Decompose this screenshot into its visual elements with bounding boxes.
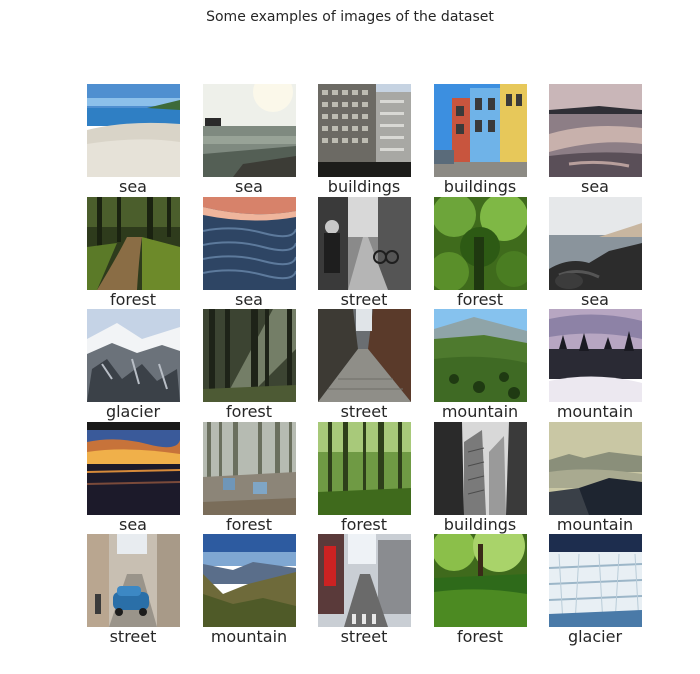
image-thumbnail xyxy=(203,309,296,402)
image-thumbnail xyxy=(87,84,180,177)
image-label: mountain xyxy=(556,515,634,534)
image-thumbnail xyxy=(203,197,296,290)
image-label: sea xyxy=(235,177,263,196)
image-thumbnail xyxy=(549,422,642,515)
image-thumbnail xyxy=(549,309,642,402)
image-label: forest xyxy=(456,627,504,646)
image-thumbnail xyxy=(87,534,180,627)
image-thumbnail xyxy=(434,422,527,515)
image-thumbnail xyxy=(318,422,411,515)
image-label: sea xyxy=(581,177,609,196)
image-label: sea xyxy=(235,290,263,309)
image-label: sea xyxy=(119,515,147,534)
image-label: forest xyxy=(225,402,273,421)
image-thumbnail xyxy=(203,534,296,627)
image-thumbnail xyxy=(549,534,642,627)
image-label: forest xyxy=(109,290,157,309)
image-label: buildings xyxy=(443,177,517,196)
image-label: forest xyxy=(456,290,504,309)
image-thumbnail xyxy=(318,309,411,402)
image-label: street xyxy=(109,627,157,646)
image-label: mountain xyxy=(556,402,634,421)
image-thumbnail xyxy=(87,309,180,402)
image-thumbnail xyxy=(434,309,527,402)
image-label: forest xyxy=(225,515,273,534)
image-label: sea xyxy=(581,290,609,309)
image-thumbnail xyxy=(318,84,411,177)
image-label: glacier xyxy=(567,627,623,646)
image-label: glacier xyxy=(105,402,161,421)
image-thumbnail xyxy=(549,84,642,177)
image-label: buildings xyxy=(327,177,401,196)
image-thumbnail xyxy=(203,84,296,177)
image-thumbnail xyxy=(434,534,527,627)
image-thumbnail xyxy=(549,197,642,290)
image-thumbnail xyxy=(203,422,296,515)
image-thumbnail xyxy=(87,422,180,515)
image-label: sea xyxy=(119,177,147,196)
image-label: street xyxy=(340,290,388,309)
image-thumbnail xyxy=(434,197,527,290)
image-label: mountain xyxy=(210,627,288,646)
image-thumbnail xyxy=(318,197,411,290)
image-label: buildings xyxy=(443,515,517,534)
image-label: street xyxy=(340,402,388,421)
image-label: mountain xyxy=(441,402,519,421)
figure: Some examples of images of the dataset s… xyxy=(0,0,700,674)
image-grid: sea sea buildings buildings sea forest s… xyxy=(0,0,700,674)
image-label: forest xyxy=(340,515,388,534)
image-thumbnail xyxy=(434,84,527,177)
image-thumbnail xyxy=(87,197,180,290)
image-label: street xyxy=(340,627,388,646)
image-thumbnail xyxy=(318,534,411,627)
